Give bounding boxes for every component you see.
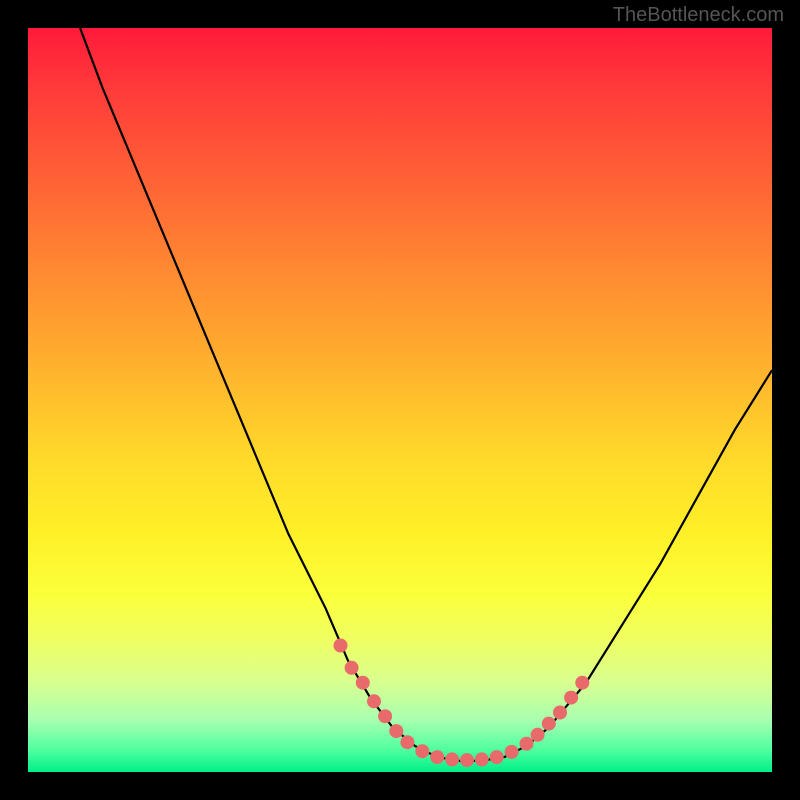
chart-marker [389,724,403,738]
chart-marker [356,676,370,690]
chart-marker [575,676,589,690]
chart-marker [490,750,504,764]
chart-plot-area [28,28,772,772]
chart-marker [553,706,567,720]
chart-marker [531,728,545,742]
watermark-text: TheBottleneck.com [613,4,784,27]
chart-marker [520,737,534,751]
chart-markers-group [334,639,590,768]
chart-marker [445,752,459,766]
chart-marker [475,752,489,766]
chart-marker [334,639,348,653]
chart-marker [415,744,429,758]
chart-curve-path [80,28,772,761]
chart-marker [378,709,392,723]
chart-marker [400,735,414,749]
chart-marker [542,717,556,731]
chart-marker [367,694,381,708]
chart-marker [430,750,444,764]
chart-marker [564,691,578,705]
chart-marker [345,661,359,675]
chart-marker [505,745,519,759]
chart-marker [460,753,474,767]
chart-curve-svg [28,28,772,772]
